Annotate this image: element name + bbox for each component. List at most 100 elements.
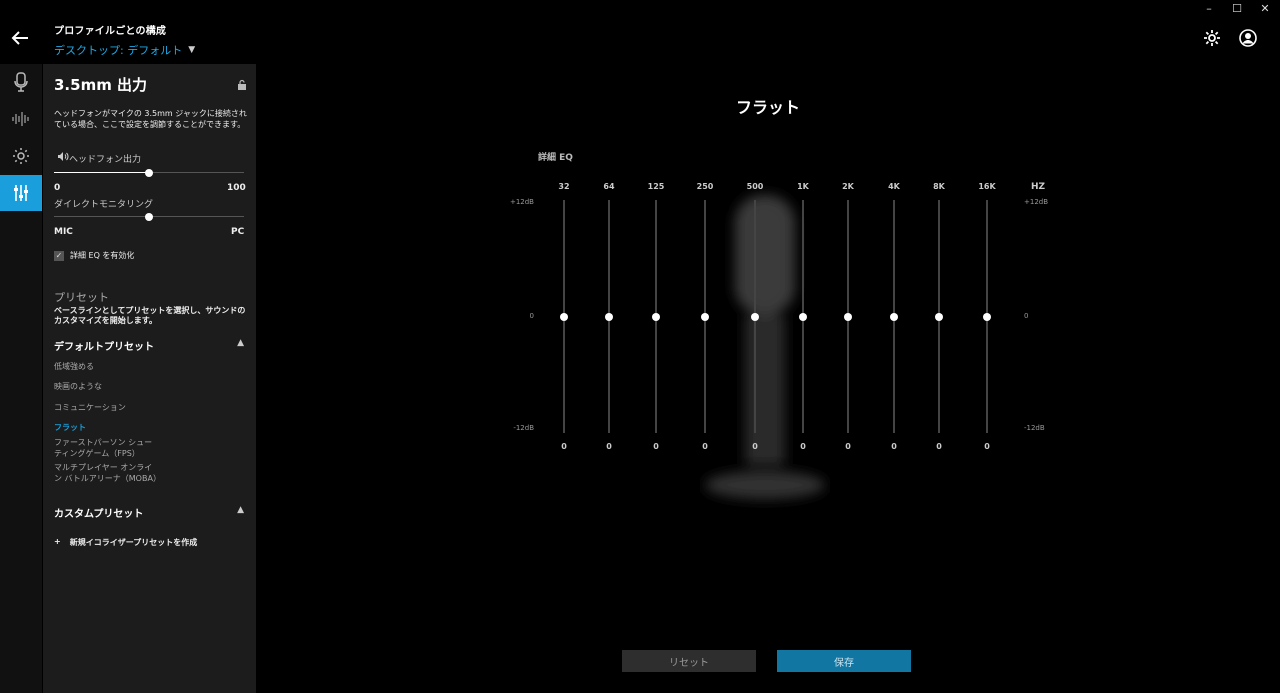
rail-microphone[interactable] <box>0 64 42 100</box>
preset-item[interactable]: フラット <box>54 422 234 433</box>
window-controls: – ☐ ✕ <box>1202 2 1272 15</box>
band-frequency-label: 64 <box>603 182 615 191</box>
band-slider-thumb[interactable] <box>799 312 807 321</box>
presets-description: ベースラインとしてプリセットを選択し、サウンドのカスタマイズを開始します。 <box>54 306 246 325</box>
band-frequency-label: 8K <box>933 182 945 191</box>
output-settings-panel: 3.5mm 出力 ヘッドフォンがマイクの 3.5mm ジャックに接続されている場… <box>43 64 256 693</box>
hz-label: HZ <box>1031 182 1046 192</box>
gear-icon[interactable] <box>1202 28 1222 48</box>
custom-presets-header[interactable]: カスタムプリセット ▲ <box>54 505 244 520</box>
brightness-icon <box>13 148 29 164</box>
band-slider-thumb[interactable] <box>983 312 991 321</box>
save-button[interactable]: 保存 <box>777 650 911 672</box>
band-frequency-label: 1K <box>797 182 809 191</box>
db-bottom-right-label: -12dB <box>1024 424 1045 432</box>
panel-description: ヘッドフォンがマイクの 3.5mm ジャックに接続されている場合、ここで設定を調… <box>54 109 247 129</box>
microphone-icon <box>14 72 28 92</box>
rail-equalizer[interactable] <box>0 175 42 211</box>
profile-dropdown[interactable]: デスクトップ: デフォルト ▼ <box>54 42 195 58</box>
account-icon[interactable] <box>1238 28 1258 48</box>
reset-button[interactable]: リセット <box>622 650 756 672</box>
band-frequency-label: 4K <box>888 182 900 191</box>
band-value-label: 0 <box>606 442 612 451</box>
advanced-eq-checkbox-row[interactable]: ✓ 詳細 EQ を有効化 <box>54 250 134 261</box>
close-button[interactable]: ✕ <box>1258 2 1272 15</box>
headphone-output-slider[interactable] <box>54 167 244 179</box>
slider-thumb[interactable] <box>145 169 153 177</box>
icon-rail <box>0 64 42 693</box>
panel-title: 3.5mm 出力 <box>54 76 148 94</box>
band-slider-thumb[interactable] <box>844 312 852 321</box>
presets-heading: プリセット <box>54 291 109 304</box>
equalizer-icon <box>14 185 28 201</box>
band-frequency-label: 2K <box>842 182 854 191</box>
rail-lighting[interactable] <box>0 138 42 174</box>
chevron-down-icon: ▼ <box>188 45 196 55</box>
band-value-label: 0 <box>936 442 942 451</box>
band-value-label: 0 <box>653 442 659 451</box>
profile-heading: プロファイルごとの構成 <box>54 26 167 37</box>
band-slider-thumb[interactable] <box>605 312 613 321</box>
band-frequency-label: 500 <box>746 182 764 191</box>
band-value-label: 0 <box>561 442 567 451</box>
band-frequency-label: 250 <box>696 182 714 191</box>
custom-presets-heading: カスタムプリセット <box>54 509 144 520</box>
default-presets-header[interactable]: デフォルトプリセット ▲ <box>54 338 244 353</box>
eq-band-1k: 1K 0 <box>783 182 823 454</box>
eq-band-2k: 2K 0 <box>828 182 868 454</box>
range-min-label: 0 <box>54 183 61 193</box>
speaker-icon <box>58 152 69 161</box>
dm-right-label: PC <box>231 227 245 237</box>
back-arrow-icon[interactable] <box>10 28 34 52</box>
eq-band-16k: 16K 0 <box>967 182 1007 454</box>
eq-band-32: 32 0 <box>544 182 584 454</box>
direct-monitoring-label: ダイレクトモニタリング <box>54 200 154 210</box>
band-value-label: 0 <box>845 442 851 451</box>
band-frequency-label: 32 <box>558 182 570 191</box>
advanced-eq-checkbox-label: 詳細 EQ を有効化 <box>70 251 135 260</box>
db-mid-left-label: 0 <box>529 312 534 320</box>
preset-item[interactable]: 映画のような <box>54 381 234 392</box>
eq-band-250: 250 0 <box>685 182 725 454</box>
profile-value: デスクトップ: デフォルト <box>54 44 183 57</box>
band-slider-thumb[interactable] <box>890 312 898 321</box>
band-frequency-label: 125 <box>647 182 665 191</box>
eq-band-500: 500 0 <box>735 182 775 454</box>
add-preset-label: 新規イコライザープリセットを作成 <box>69 538 198 547</box>
maximize-button[interactable]: ☐ <box>1230 2 1244 15</box>
headphone-output-label: ヘッドフォン出力 <box>69 155 142 165</box>
lock-icon[interactable] <box>236 79 248 91</box>
eq-band-8k: 8K 0 <box>919 182 959 454</box>
preset-item[interactable]: ファーストパーソン シューティングゲーム（FPS） <box>54 437 158 459</box>
band-slider-thumb[interactable] <box>652 312 660 321</box>
advanced-eq-checkbox[interactable]: ✓ <box>54 250 64 261</box>
preset-item[interactable]: 低域強める <box>54 361 234 372</box>
eq-band-4k: 4K 0 <box>874 182 914 454</box>
db-bottom-left-label: -12dB <box>513 424 534 432</box>
db-top-right-label: +12dB <box>1024 198 1049 206</box>
eq-band-125: 125 0 <box>636 182 676 454</box>
plus-icon: + <box>54 537 61 546</box>
rail-waveform[interactable] <box>0 101 42 137</box>
db-mid-right-label: 0 <box>1024 312 1029 320</box>
waveform-icon <box>12 112 29 126</box>
slider-thumb[interactable] <box>145 213 153 221</box>
band-slider-thumb[interactable] <box>935 312 943 321</box>
band-value-label: 0 <box>702 442 708 451</box>
direct-monitoring-slider[interactable] <box>54 211 244 223</box>
band-slider-thumb[interactable] <box>751 312 759 321</box>
chevron-up-icon: ▲ <box>237 338 244 348</box>
band-value-label: 0 <box>984 442 990 451</box>
band-slider-thumb[interactable] <box>560 312 568 321</box>
range-max-label: 100 <box>227 183 246 193</box>
band-frequency-label: 16K <box>978 182 996 191</box>
profile-selector-block: プロファイルごとの構成 デスクトップ: デフォルト ▼ <box>54 22 195 58</box>
chevron-up-icon: ▲ <box>237 505 244 515</box>
add-preset-button[interactable]: + 新規イコライザープリセットを作成 <box>54 537 197 548</box>
band-value-label: 0 <box>752 442 758 451</box>
default-presets-heading: デフォルトプリセット <box>54 342 154 353</box>
preset-item[interactable]: コミュニケーション <box>54 402 234 413</box>
preset-item[interactable]: マルチプレイヤー オンライン バトルアリーナ（MOBA） <box>54 462 161 484</box>
minimize-button[interactable]: – <box>1202 2 1216 15</box>
band-slider-thumb[interactable] <box>701 312 709 321</box>
